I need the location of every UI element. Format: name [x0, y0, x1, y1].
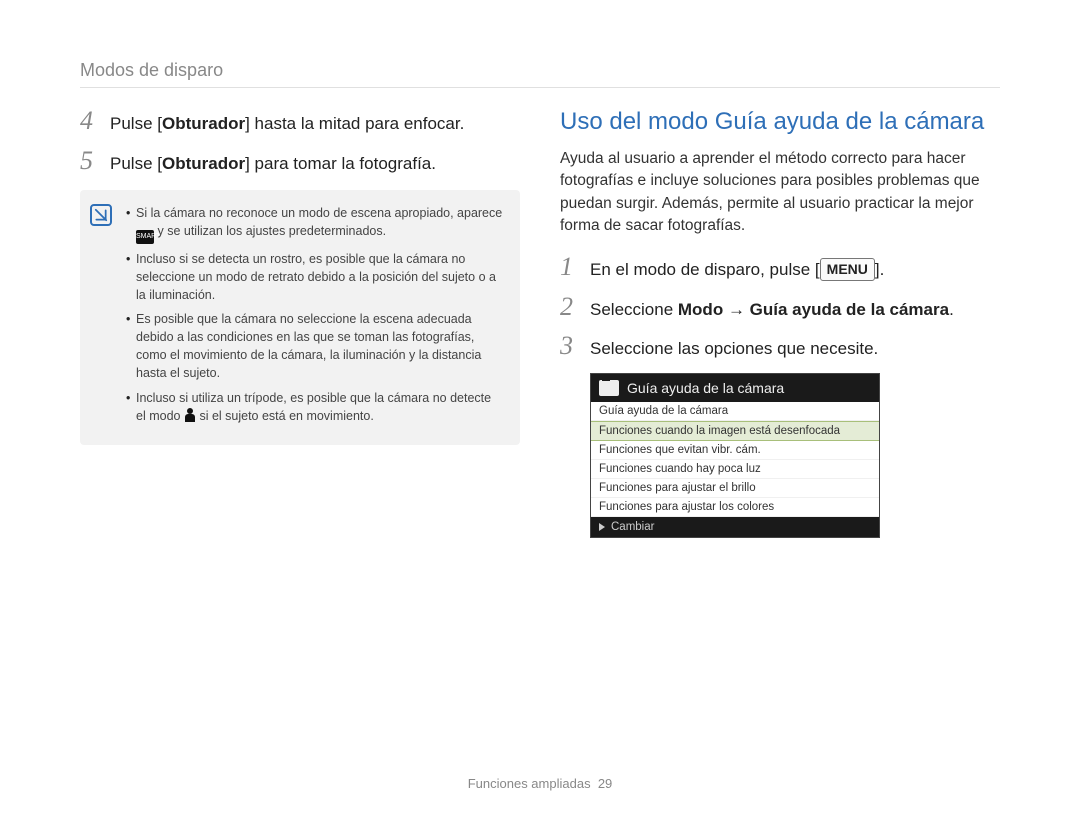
- left-column: 4 Pulse [Obturador] hasta la mitad para …: [80, 108, 520, 538]
- ui-list-item: Funciones para ajustar el brillo: [591, 479, 879, 498]
- shutter-label: Obturador: [162, 114, 245, 133]
- ui-footer-label: Cambiar: [611, 521, 654, 533]
- ui-list-item: Funciones para ajustar los colores: [591, 498, 879, 517]
- text: Seleccione: [590, 300, 678, 319]
- page-footer: Funciones ampliadas 29: [0, 776, 1080, 791]
- step-text: Seleccione Modo → Guía ayuda de la cámar…: [590, 298, 954, 322]
- ui-title: Guía ayuda de la cámara: [627, 380, 784, 396]
- note-item: Es posible que la cámara no seleccione l…: [126, 310, 504, 383]
- step-4: 4 Pulse [Obturador] hasta la mitad para …: [80, 108, 520, 136]
- guide-label: Guía ayuda de la cámara: [750, 300, 949, 319]
- shutter-label: Obturador: [162, 154, 245, 173]
- text: ] hasta la mitad para enfocar.: [245, 114, 464, 133]
- ui-titlebar: Guía ayuda de la cámara: [591, 374, 879, 402]
- step-text: Pulse [Obturador] hasta la mitad para en…: [110, 112, 464, 136]
- step-text: En el modo de disparo, pulse [MENU].: [590, 258, 884, 282]
- footer-section: Funciones ampliadas: [468, 776, 591, 791]
- tripod-person-icon: [184, 408, 196, 422]
- camera-icon: [599, 380, 619, 396]
- step-1: 1 En el modo de disparo, pulse [MENU].: [560, 254, 1000, 282]
- text: Pulse [: [110, 114, 162, 133]
- breadcrumb: Modos de disparo: [80, 60, 1000, 88]
- text: y se utilizan los ajustes predeterminado…: [157, 224, 386, 238]
- ui-list-item: Guía ayuda de la cámara: [591, 402, 879, 421]
- text: si el sujeto está en movimiento.: [199, 409, 373, 423]
- step-number: 4: [80, 108, 100, 134]
- smart-mode-icon: SMART: [136, 230, 154, 244]
- mode-label: Modo: [678, 300, 723, 319]
- ui-list-item: Funciones que evitan vibr. cám.: [591, 441, 879, 460]
- right-column: Uso del modo Guía ayuda de la cámara Ayu…: [560, 108, 1000, 538]
- text: ] para tomar la fotografía.: [245, 154, 436, 173]
- step-text: Pulse [Obturador] para tomar la fotograf…: [110, 152, 436, 176]
- camera-ui-preview: Guía ayuda de la cámara Guía ayuda de la…: [590, 373, 880, 538]
- text: En el modo de disparo, pulse [: [590, 260, 820, 279]
- text: Si la cámara no reconoce un modo de esce…: [136, 206, 502, 220]
- note-item: Incluso si utiliza un trípode, es posibl…: [126, 389, 504, 425]
- page-number: 29: [598, 776, 612, 791]
- note-icon: [90, 204, 112, 226]
- step-5: 5 Pulse [Obturador] para tomar la fotogr…: [80, 148, 520, 176]
- ui-list-item: Funciones cuando hay poca luz: [591, 460, 879, 479]
- section-heading: Uso del modo Guía ayuda de la cámara: [560, 108, 1000, 136]
- step-3: 3 Seleccione las opciones que necesite.: [560, 333, 1000, 361]
- note-box: Si la cámara no reconoce un modo de esce…: [80, 190, 520, 445]
- step-number: 1: [560, 254, 580, 280]
- step-text: Seleccione las opciones que necesite.: [590, 337, 878, 361]
- intro-text: Ayuda al usuario a aprender el método co…: [560, 148, 1000, 238]
- step-number: 2: [560, 294, 580, 320]
- step-number: 5: [80, 148, 100, 174]
- note-item: Incluso si se detecta un rostro, es posi…: [126, 250, 504, 304]
- step-2: 2 Seleccione Modo → Guía ayuda de la cám…: [560, 294, 1000, 322]
- step-number: 3: [560, 333, 580, 359]
- play-triangle-icon: [599, 523, 605, 531]
- text: .: [949, 300, 954, 319]
- menu-button-icon: MENU: [820, 258, 875, 282]
- text: ].: [875, 260, 884, 279]
- note-item: Si la cámara no reconoce un modo de esce…: [126, 204, 504, 244]
- text: Pulse [: [110, 154, 162, 173]
- arrow: →: [723, 300, 749, 319]
- ui-footer: Cambiar: [591, 517, 879, 537]
- ui-list: Guía ayuda de la cámara Funciones cuando…: [591, 402, 879, 517]
- ui-list-item-selected: Funciones cuando la imagen está desenfoc…: [591, 421, 879, 441]
